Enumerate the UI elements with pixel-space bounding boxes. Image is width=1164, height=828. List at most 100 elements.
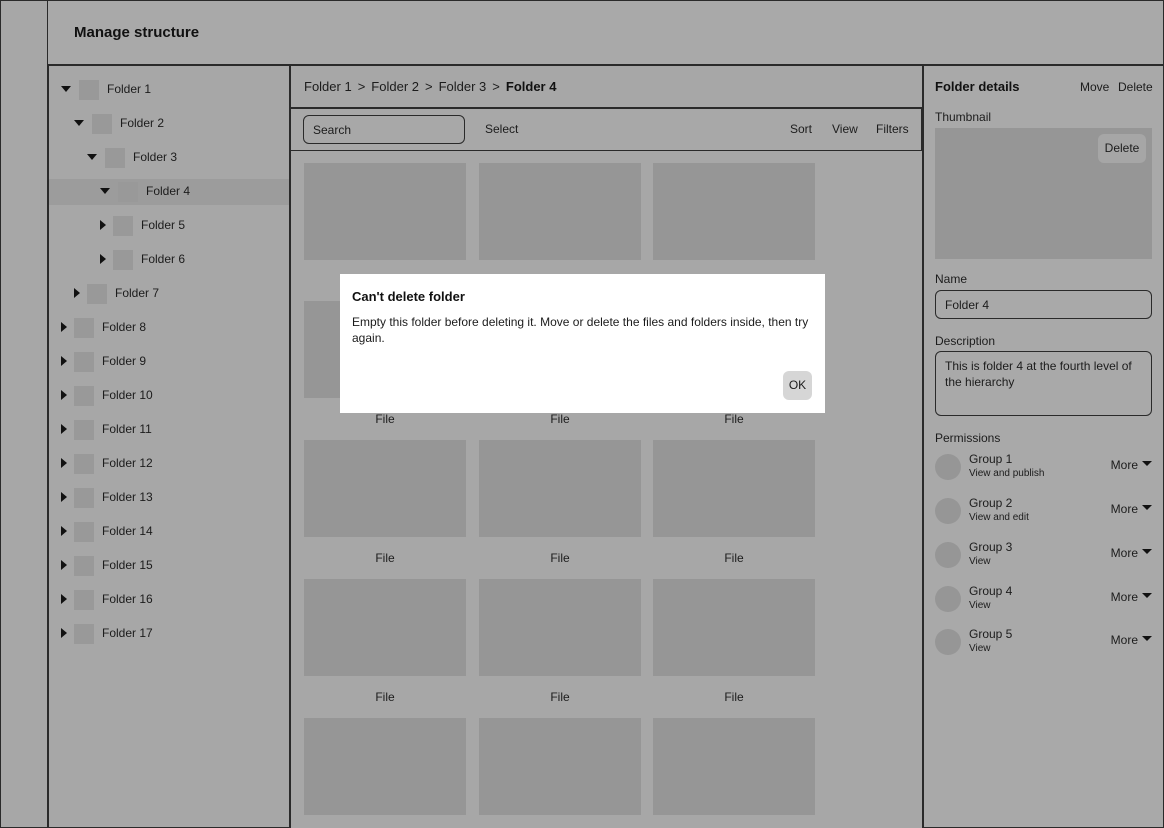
group-avatar: [935, 586, 961, 612]
name-field[interactable]: [935, 290, 1152, 319]
caret-right-icon[interactable]: [61, 356, 67, 366]
tree-item-folder-13[interactable]: Folder 13: [49, 485, 289, 511]
chevron-down-icon: [1142, 549, 1152, 555]
tree-item-folder-1[interactable]: Folder 1: [49, 77, 289, 103]
file-tile[interactable]: [304, 579, 466, 676]
caret-down-icon[interactable]: [61, 86, 71, 92]
file-tile[interactable]: [304, 163, 466, 260]
caret-right-icon[interactable]: [74, 288, 80, 298]
filters-button[interactable]: Filters: [876, 122, 909, 136]
folder-thumbnail: [113, 250, 133, 270]
file-label: File: [724, 690, 744, 704]
tree-item-label: Folder 5: [141, 218, 186, 232]
folder-thumbnail: [74, 352, 94, 372]
delete-folder-button[interactable]: Delete: [1118, 80, 1153, 94]
caret-right-icon[interactable]: [61, 322, 67, 332]
select-button[interactable]: Select: [485, 122, 518, 136]
file-tile[interactable]: [479, 579, 641, 676]
tree-item-label: Folder 9: [102, 354, 147, 368]
caret-right-icon[interactable]: [100, 220, 106, 230]
group-role: View: [969, 556, 991, 567]
caret-right-icon[interactable]: [61, 560, 67, 570]
more-dropdown[interactable]: More: [1111, 633, 1152, 647]
tree-item-folder-4[interactable]: Folder 4: [49, 179, 289, 205]
tree-item-folder-8[interactable]: Folder 8: [49, 315, 289, 341]
more-dropdown[interactable]: More: [1111, 458, 1152, 472]
page-header: Manage structure: [48, 0, 1164, 66]
file-tile[interactable]: [653, 440, 815, 537]
caret-right-icon[interactable]: [61, 458, 67, 468]
file-tile[interactable]: [653, 163, 815, 260]
group-avatar: [935, 542, 961, 568]
file-label: File: [375, 551, 395, 565]
tree-item-label: Folder 6: [141, 252, 186, 266]
breadcrumb-separator: >: [492, 79, 500, 94]
file-tile[interactable]: [479, 440, 641, 537]
breadcrumb-separator: >: [425, 79, 433, 94]
caret-right-icon[interactable]: [61, 628, 67, 638]
tree-item-label: Folder 2: [120, 116, 165, 130]
tree-item-folder-17[interactable]: Folder 17: [49, 621, 289, 647]
tree-item-folder-12[interactable]: Folder 12: [49, 451, 289, 477]
group-name: Group 3: [969, 540, 1013, 554]
tree-item-folder-2[interactable]: Folder 2: [49, 111, 289, 137]
caret-right-icon[interactable]: [61, 492, 67, 502]
tree-item-folder-11[interactable]: Folder 11: [49, 417, 289, 443]
folder-thumbnail: [74, 590, 94, 610]
sort-button[interactable]: Sort: [790, 122, 812, 136]
tree-item-label: Folder 16: [102, 592, 153, 606]
more-dropdown[interactable]: More: [1111, 546, 1152, 560]
more-label: More: [1110, 590, 1138, 604]
ok-button[interactable]: OK: [783, 371, 812, 400]
folder-thumbnail: [74, 624, 94, 644]
search-input[interactable]: [303, 115, 465, 144]
tree-item-folder-6[interactable]: Folder 6: [49, 247, 289, 273]
file-tile[interactable]: [479, 163, 641, 260]
app-rail: [0, 0, 49, 828]
tree-item-folder-14[interactable]: Folder 14: [49, 519, 289, 545]
thumbnail-delete-button[interactable]: Delete: [1098, 134, 1146, 163]
tree-item-label: Folder 13: [102, 490, 153, 504]
caret-down-icon[interactable]: [74, 120, 84, 126]
tree-item-folder-3[interactable]: Folder 3: [49, 145, 289, 171]
file-label: File: [375, 690, 395, 704]
tree-item-label: Folder 8: [102, 320, 147, 334]
name-label: Name: [935, 272, 968, 286]
file-tile[interactable]: [653, 579, 815, 676]
tree-item-folder-16[interactable]: Folder 16: [49, 587, 289, 613]
error-dialog: Can't delete folder Empty this folder be…: [340, 274, 825, 413]
file-tile[interactable]: [304, 718, 466, 815]
breadcrumb-item[interactable]: Folder 1: [304, 79, 352, 94]
page-title: Manage structure: [74, 24, 200, 41]
file-tile[interactable]: [653, 718, 815, 815]
file-tile[interactable]: [479, 718, 641, 815]
move-button[interactable]: Move: [1080, 80, 1109, 94]
caret-down-icon[interactable]: [100, 188, 110, 194]
more-label: More: [1110, 502, 1138, 516]
folder-thumbnail: [74, 386, 94, 406]
description-label: Description: [935, 334, 996, 348]
tree-item-label: Folder 10: [102, 388, 153, 402]
breadcrumb-item[interactable]: Folder 3: [439, 79, 487, 94]
caret-right-icon[interactable]: [61, 424, 67, 434]
caret-right-icon[interactable]: [61, 594, 67, 604]
caret-right-icon[interactable]: [100, 254, 106, 264]
tree-item-folder-15[interactable]: Folder 15: [49, 553, 289, 579]
caret-right-icon[interactable]: [61, 390, 67, 400]
file-tile[interactable]: [304, 440, 466, 537]
view-button[interactable]: View: [832, 122, 858, 136]
tree-item-folder-10[interactable]: Folder 10: [49, 383, 289, 409]
permission-row: Group 1 View and publish More: [935, 452, 1152, 488]
caret-right-icon[interactable]: [61, 526, 67, 536]
tree-item-folder-5[interactable]: Folder 5: [49, 213, 289, 239]
chevron-down-icon: [1142, 636, 1152, 642]
caret-down-icon[interactable]: [87, 154, 97, 160]
thumbnail-preview: Delete: [935, 128, 1152, 259]
more-dropdown[interactable]: More: [1111, 502, 1152, 516]
tree-item-folder-9[interactable]: Folder 9: [49, 349, 289, 375]
description-field[interactable]: This is folder 4 at the fourth level of …: [935, 351, 1152, 416]
more-dropdown[interactable]: More: [1111, 590, 1152, 604]
tree-item-folder-7[interactable]: Folder 7: [49, 281, 289, 307]
breadcrumb-item[interactable]: Folder 2: [371, 79, 419, 94]
group-role: View: [969, 643, 991, 654]
